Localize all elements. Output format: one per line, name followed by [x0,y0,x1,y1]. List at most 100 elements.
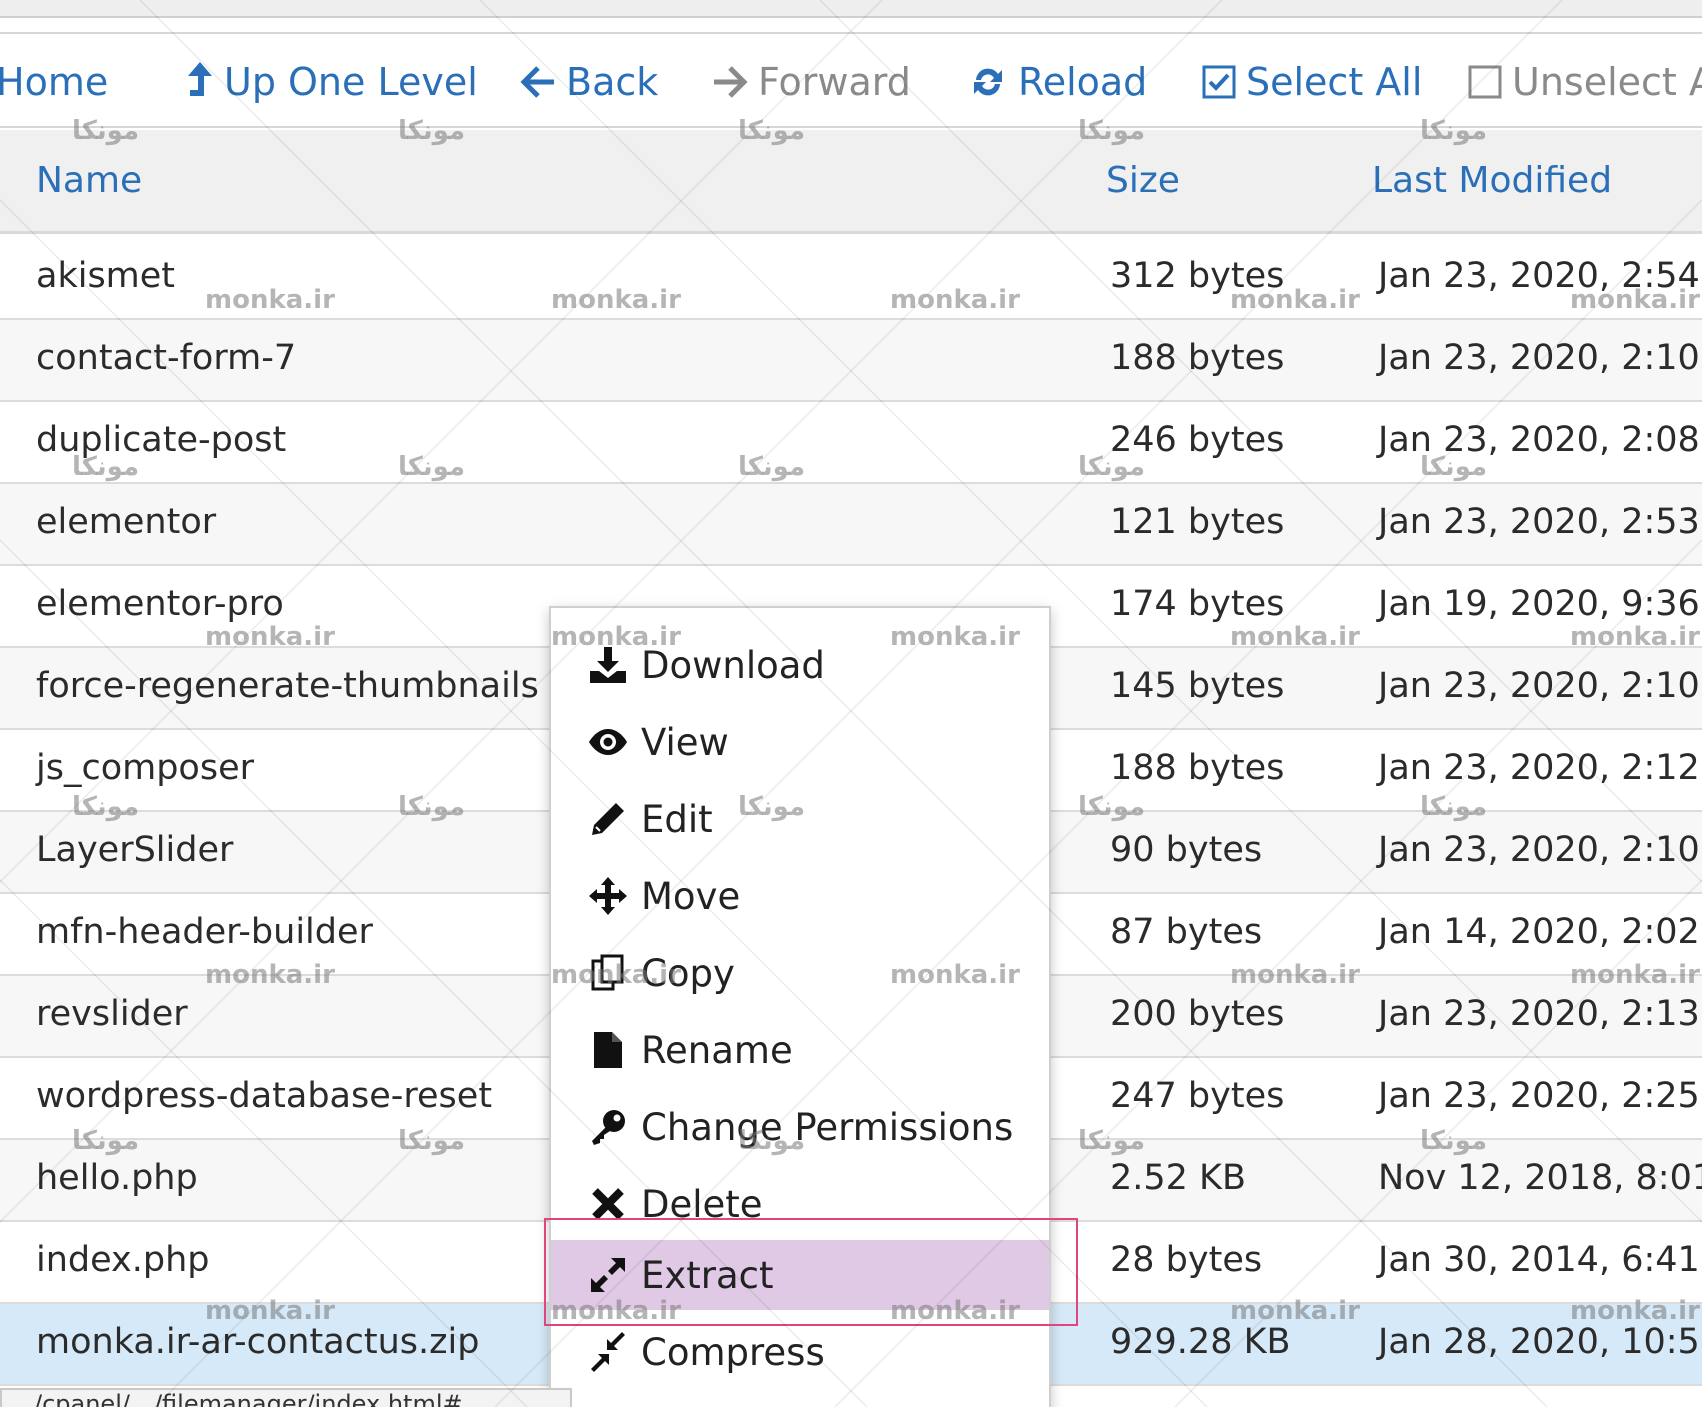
menu-item-label: Change Permissions [641,1105,1014,1149]
toolbar: Home Up One Level Back Forward Reload Se… [0,32,1702,128]
expand-icon [585,1252,631,1298]
file-date: Jan 23, 2020, 2:25 [1378,1076,1700,1116]
file-name: monka.ir-ar-contactus.zip [36,1322,480,1362]
file-size: 90 bytes [1110,830,1263,870]
menu-item-change-permissions[interactable]: Change Permissions [551,1092,1049,1162]
file-manager-page: Home Up One Level Back Forward Reload Se… [0,0,1702,1407]
refresh-icon [968,62,1008,102]
download-icon [585,642,631,688]
top-strip [0,0,1702,18]
file-size: 188 bytes [1110,748,1285,788]
reload-button[interactable]: Reload [968,56,1147,108]
forward-label: Forward [758,60,911,104]
menu-item-label: Edit [641,797,713,841]
file-icon [585,1027,631,1073]
file-date: Jan 30, 2014, 6:41 [1378,1240,1700,1280]
arrow-right-icon [712,64,748,100]
reload-label: Reload [1018,60,1148,104]
file-name: revslider [36,994,188,1034]
file-name: LayerSlider [36,830,234,870]
file-name: force-regenerate-thumbnails [36,666,539,706]
home-button[interactable]: Home [0,56,108,108]
up-one-level-button[interactable]: Up One Level [186,56,478,108]
file-size: 200 bytes [1110,994,1285,1034]
file-date: Jan 23, 2020, 2:10 [1378,830,1700,870]
file-name: hello.php [36,1158,198,1198]
status-url: …/cpanel/…/filemanager/index.html# [0,1388,572,1407]
menu-item-download[interactable]: Download [551,630,1049,700]
file-name: js_composer [36,748,254,788]
file-size: 247 bytes [1110,1076,1285,1116]
file-date: Jan 23, 2020, 2:10 [1378,338,1700,378]
column-header-name[interactable]: Name [36,160,142,201]
file-date: Jan 23, 2020, 2:13 [1378,994,1700,1034]
menu-item-edit[interactable]: Edit [551,784,1049,854]
unselect-all-button[interactable]: Unselect All [1468,56,1702,108]
file-size: 174 bytes [1110,584,1285,624]
file-size: 28 bytes [1110,1240,1263,1280]
compress-icon [585,1329,631,1375]
file-size: 2.52 KB [1110,1158,1247,1198]
table-row[interactable]: akismet 312 bytes Jan 23, 2020, 2:54 [0,238,1702,320]
column-header-size[interactable]: Size [1106,160,1180,201]
menu-item-label: Rename [641,1028,793,1072]
table-row[interactable]: duplicate-post 246 bytes Jan 23, 2020, 2… [0,402,1702,484]
back-label: Back [566,60,659,104]
file-size: 312 bytes [1110,256,1285,296]
up-one-level-label: Up One Level [224,60,478,104]
file-size: 246 bytes [1110,420,1285,460]
file-name: contact-form-7 [36,338,297,378]
menu-item-delete[interactable]: Delete [551,1169,1049,1239]
select-all-label: Select All [1246,60,1423,104]
file-date: Jan 19, 2020, 9:36 [1378,584,1700,624]
unselect-all-label: Unselect All [1512,60,1702,104]
menu-item-view[interactable]: View [551,707,1049,777]
level-up-icon [186,60,214,104]
eye-icon [585,719,631,765]
file-size: 145 bytes [1110,666,1285,706]
menu-item-label: Move [641,874,741,918]
file-date: Jan 23, 2020, 2:08 [1378,420,1700,460]
menu-item-rename[interactable]: Rename [551,1015,1049,1085]
file-name: mfn-header-builder [36,912,373,952]
close-icon [585,1181,631,1227]
table-row[interactable]: contact-form-7 188 bytes Jan 23, 2020, 2… [0,320,1702,402]
file-name: index.php [36,1240,210,1280]
arrow-left-icon [520,64,556,100]
copy-icon [585,950,631,996]
home-label: Home [0,60,109,104]
menu-item-label: Extract [641,1253,774,1297]
pencil-icon [585,796,631,842]
file-name: wordpress-database-reset [36,1076,493,1116]
menu-item-label: View [641,720,729,764]
menu-item-label: Copy [641,951,735,995]
file-name: elementor [36,502,217,542]
menu-item-label: Compress [641,1330,825,1374]
file-date: Jan 23, 2020, 2:54 [1378,256,1700,296]
file-size: 87 bytes [1110,912,1263,952]
context-menu: Download View Edit Move Copy Rename Chan… [549,606,1051,1407]
menu-item-label: Download [641,643,825,687]
file-name: akismet [36,256,176,296]
forward-button[interactable]: Forward [712,56,911,108]
move-icon [585,873,631,919]
select-all-button[interactable]: Select All [1202,56,1422,108]
menu-item-move[interactable]: Move [551,861,1049,931]
menu-item-label: Delete [641,1182,763,1226]
column-header-last-modified[interactable]: Last Modified [1372,160,1612,201]
file-date: Jan 23, 2020, 2:10 [1378,666,1700,706]
file-date: Nov 12, 2018, 8:01 [1378,1158,1702,1198]
file-date: Jan 28, 2020, 10:52 [1378,1322,1702,1362]
back-button[interactable]: Back [520,56,658,108]
file-date: Jan 23, 2020, 2:12 [1378,748,1700,788]
file-name: duplicate-post [36,420,287,460]
file-name: elementor-pro [36,584,284,624]
table-row[interactable]: elementor 121 bytes Jan 23, 2020, 2:53 [0,484,1702,566]
menu-item-copy[interactable]: Copy [551,938,1049,1008]
menu-item-compress[interactable]: Compress [551,1317,1049,1387]
table-header: Name Size Last Modified [0,130,1702,234]
menu-item-extract[interactable]: Extract [551,1240,1049,1310]
file-date: Jan 23, 2020, 2:53 [1378,502,1700,542]
empty-box-icon [1468,65,1502,99]
key-icon [585,1104,631,1150]
